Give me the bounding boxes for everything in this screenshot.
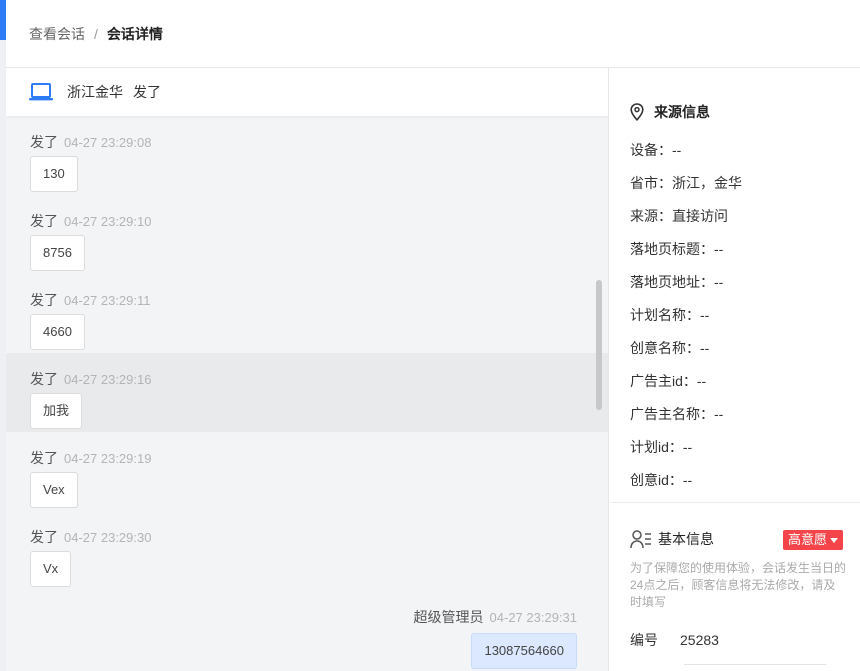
info-advertiser-name: 广告主名称：-- xyxy=(630,406,724,422)
user-list-icon xyxy=(630,530,651,549)
caret-down-icon xyxy=(830,537,839,543)
info-advertiser-id: 广告主id：-- xyxy=(630,373,707,389)
info-plan-id: 计划id：-- xyxy=(630,439,693,455)
message-item: 发了 04-27 23:29:19 Vex xyxy=(6,432,608,511)
message-bubble: 加我 xyxy=(30,393,83,429)
message-item-highlighted: 发了 04-27 23:29:16 加我 xyxy=(6,353,608,432)
chat-scrollbar-thumb[interactable] xyxy=(596,280,602,410)
message-sender: 发了 xyxy=(30,371,58,387)
info-creative-id: 创意id：-- xyxy=(630,472,693,488)
info-province-city: 省市：浙江，金华 xyxy=(630,175,742,191)
message-bubble: 8756 xyxy=(30,235,85,271)
intent-level-dropdown[interactable]: 高意愿 xyxy=(783,530,844,550)
message-item: 发了 04-27 23:29:10 8756 xyxy=(6,195,608,274)
reply-time: 04-27 23:29:31 xyxy=(489,610,577,625)
message-bubble: Vx xyxy=(30,551,72,587)
message-item: 发了 04-27 23:29:11 4660 xyxy=(6,274,608,353)
reply-message-item: 超级管理员 04-27 23:29:31 13087564660 xyxy=(6,590,608,669)
breadcrumb-view-sessions[interactable]: 查看会话 xyxy=(29,24,85,44)
source-info-title: 来源信息 xyxy=(654,104,710,120)
edit-notice: 为了保障您的使用体验，会话发生当日的24点之后，顾客信息将无法修改，请及时填写 xyxy=(630,561,847,609)
reply-sender: 超级管理员 xyxy=(413,609,484,625)
message-sender: 发了 xyxy=(30,529,58,545)
next-field-edge xyxy=(684,664,826,671)
section-divider xyxy=(610,502,860,503)
message-sender: 发了 xyxy=(30,134,58,150)
basic-info-title: 基本信息 xyxy=(658,531,714,547)
visitor-name: 发了 xyxy=(133,84,161,100)
message-time: 04-27 23:29:16 xyxy=(64,372,152,387)
info-device: 设备：-- xyxy=(630,142,682,158)
source-info-heading: 来源信息 xyxy=(630,102,710,122)
message-time: 04-27 23:29:19 xyxy=(64,451,152,466)
message-time: 04-27 23:29:30 xyxy=(64,530,152,545)
drawer-header: 查看会话 / 会话详情 xyxy=(6,0,860,68)
message-list[interactable]: 发了 04-27 23:29:08 130 发了 04-27 23:29:10 87… xyxy=(6,116,608,669)
info-creative-name: 创意名称：-- xyxy=(630,340,710,356)
chat-header: 浙江金华 发了 xyxy=(6,68,608,116)
reply-bubble: 13087564660 xyxy=(471,633,577,669)
laptop-icon xyxy=(29,83,53,101)
breadcrumb-current: 会话详情 xyxy=(106,25,163,42)
info-landing-title: 落地页标题：-- xyxy=(630,241,724,257)
session-detail-drawer: 查看会话 / 会话详情 浙江金华 发了 发了 04-27 23:29:08 130… xyxy=(6,0,860,671)
message-item: 发了 04-27 23:29:08 130 xyxy=(6,116,608,195)
visitor-location: 浙江金华 xyxy=(67,84,123,100)
basic-info-heading: 基本信息 xyxy=(630,529,714,549)
message-time: 04-27 23:29:11 xyxy=(64,293,151,308)
message-sender: 发了 xyxy=(30,292,58,308)
customer-number-value: 25283 xyxy=(680,632,719,648)
info-plan-name: 计划名称：-- xyxy=(630,307,710,323)
info-panel: 来源信息 设备：-- 省市：浙江，金华 来源：直接访问 落地页标题：-- 落地页… xyxy=(610,68,860,671)
message-time: 04-27 23:29:10 xyxy=(64,214,152,229)
message-time: 04-27 23:29:08 xyxy=(64,135,152,150)
chat-panel: 浙江金华 发了 发了 04-27 23:29:08 130 发了 04-27 23:… xyxy=(6,68,609,671)
info-landing-url: 落地页地址：-- xyxy=(630,274,724,290)
message-item: 发了 04-27 23:29:30 Vx xyxy=(6,511,608,590)
message-bubble: 4660 xyxy=(30,314,85,350)
message-sender: 发了 xyxy=(30,213,58,229)
intent-level-label: 高意愿 xyxy=(788,532,828,547)
customer-number-label: 编号 xyxy=(630,632,658,648)
message-sender: 发了 xyxy=(30,450,58,466)
customer-number-row: 编号 25283 xyxy=(630,630,719,650)
breadcrumb-separator: / xyxy=(94,25,98,42)
message-bubble: 130 xyxy=(30,156,78,192)
message-bubble: Vex xyxy=(30,472,78,508)
info-source: 来源：直接访问 xyxy=(630,208,728,224)
location-pin-icon xyxy=(630,103,644,121)
